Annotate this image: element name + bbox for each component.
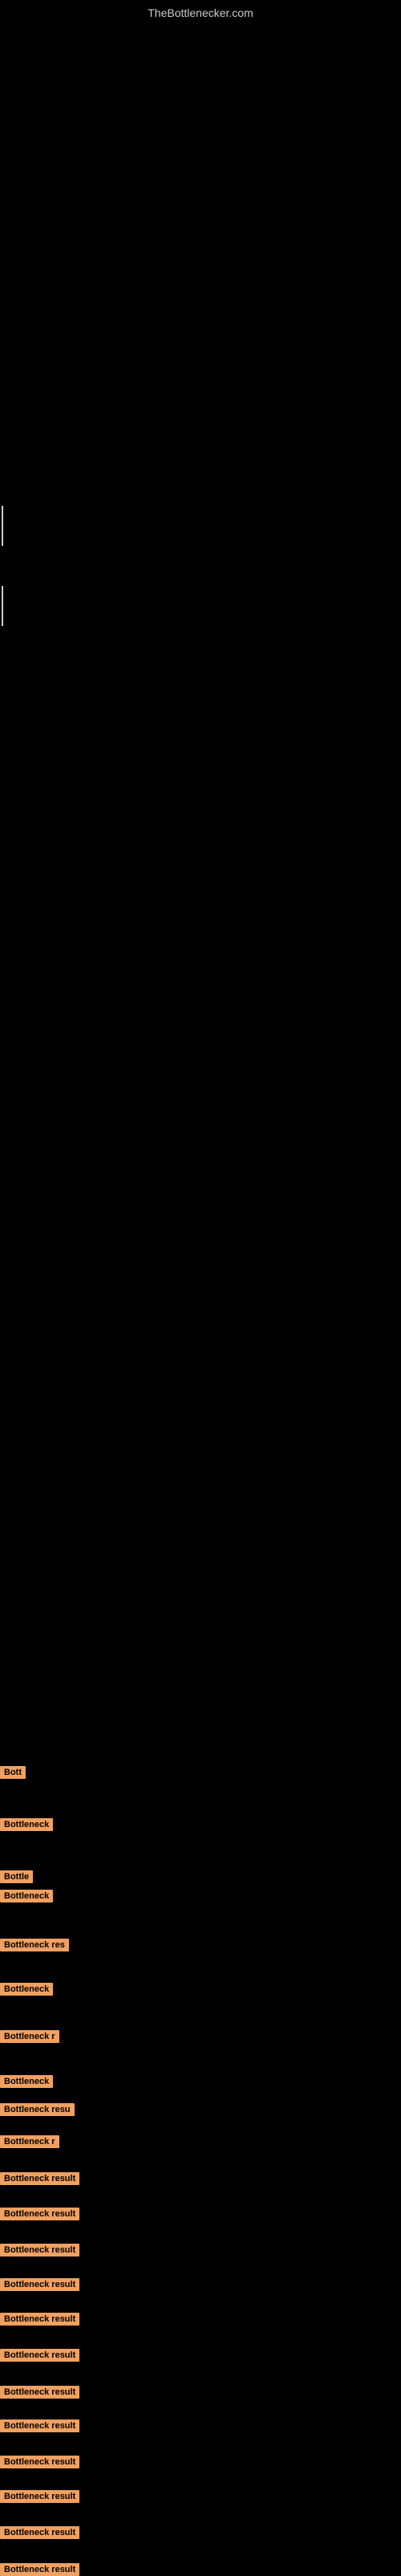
bottleneck-label-6: Bottleneck <box>0 1983 53 1996</box>
bottleneck-label-18: Bottleneck result <box>0 2419 79 2432</box>
bottleneck-label-17: Bottleneck result <box>0 2386 79 2399</box>
bottleneck-label-15: Bottleneck result <box>0 2313 79 2326</box>
bottleneck-label-20: Bottleneck result <box>0 2490 79 2503</box>
bottleneck-label-19: Bottleneck result <box>0 2456 79 2468</box>
bottleneck-label-4: Bottleneck <box>0 1890 53 1902</box>
bottleneck-label-5: Bottleneck res <box>0 1939 69 1951</box>
bottleneck-label-16: Bottleneck result <box>0 2349 79 2362</box>
bottleneck-label-22: Bottleneck result <box>0 2563 79 2576</box>
bottleneck-label-11: Bottleneck result <box>0 2172 79 2185</box>
bottleneck-label-10: Bottleneck r <box>0 2135 59 2148</box>
bottleneck-label-21: Bottleneck result <box>0 2526 79 2539</box>
bottleneck-label-9: Bottleneck resu <box>0 2103 75 2116</box>
bottleneck-label-14: Bottleneck result <box>0 2278 79 2291</box>
site-title: TheBottlenecker.com <box>0 0 401 19</box>
bottleneck-label-3: Bottle <box>0 1870 33 1883</box>
bottleneck-label-7: Bottleneck r <box>0 2030 59 2043</box>
bottleneck-label-8: Bottleneck <box>0 2075 53 2088</box>
vertical-line-2 <box>2 586 3 626</box>
bottleneck-label-1: Bott <box>0 1766 26 1779</box>
bottleneck-label-13: Bottleneck result <box>0 2244 79 2257</box>
vertical-line-1 <box>2 506 3 546</box>
bottleneck-label-2: Bottleneck <box>0 1818 53 1831</box>
bottleneck-label-12: Bottleneck result <box>0 2208 79 2220</box>
